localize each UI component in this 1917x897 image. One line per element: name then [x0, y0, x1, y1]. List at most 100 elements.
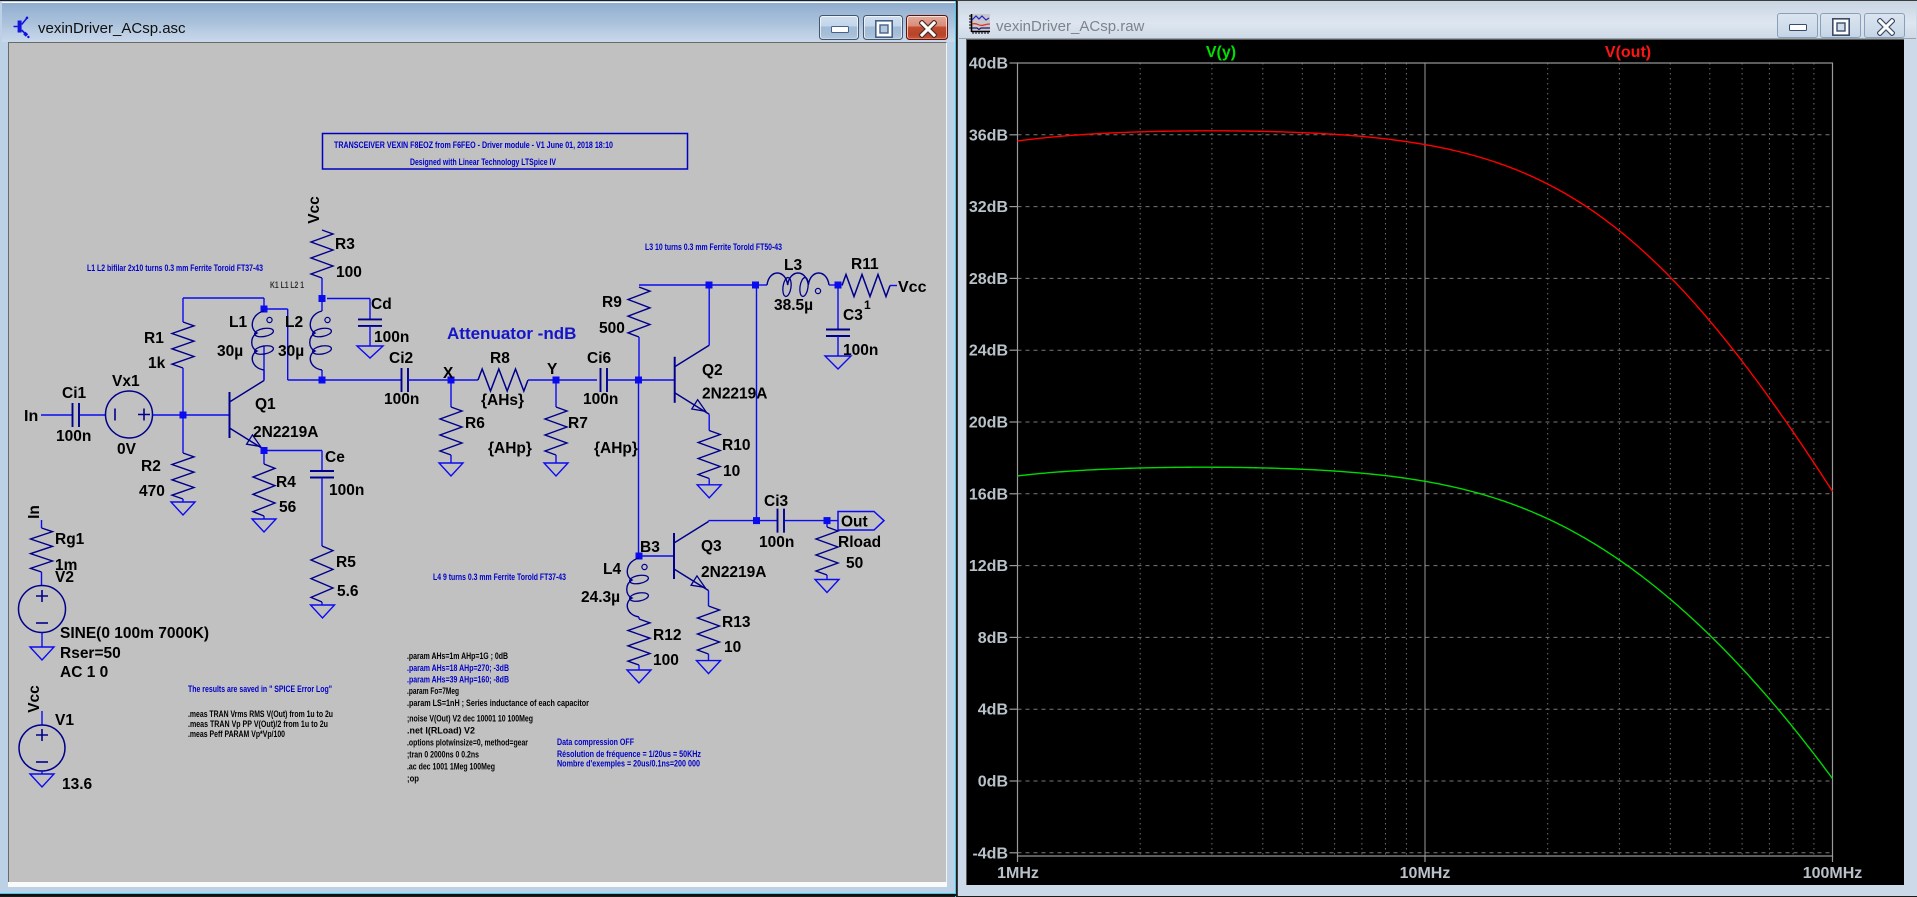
svg-text:0V: 0V	[117, 441, 137, 458]
svg-text:Ci6: Ci6	[587, 350, 612, 367]
svg-text:In: In	[26, 505, 43, 519]
svg-text:Out: Out	[841, 514, 868, 531]
svg-text:;noise V(Out) V2 dec 10001 10: ;noise V(Out) V2 dec 10001 10 100Meg	[407, 714, 533, 724]
svg-text:;tran 0 2000ns 0 0.2ns: ;tran 0 2000ns 0 0.2ns	[407, 750, 479, 760]
svg-text:R4: R4	[276, 474, 296, 491]
svg-text:32dB: 32dB	[969, 199, 1008, 216]
svg-text:.meas Peff PARAM Vp*Vp/100: .meas Peff PARAM Vp*Vp/100	[188, 729, 285, 739]
svg-text:Designed with Linear Technolog: Designed with Linear Technology LTSpice …	[410, 157, 556, 167]
svg-text:L2: L2	[285, 314, 303, 331]
svg-text:Rload: Rload	[838, 534, 881, 551]
svg-text:.param AHs=18 AHp=270; -3dB: .param AHs=18 AHp=270; -3dB	[407, 663, 509, 673]
svg-text:R10: R10	[722, 437, 750, 454]
svg-text:{AHp}: {AHp}	[488, 440, 532, 457]
svg-text:Data compression OFF: Data compression OFF	[557, 737, 634, 747]
svg-text:.param LS=1nH ; Series ind: .param LS=1nH ; Series inductance of eac…	[407, 698, 589, 708]
svg-text:100n: 100n	[759, 534, 794, 551]
svg-text:Attenuator -ndB: Attenuator -ndB	[447, 324, 576, 343]
svg-text:Vcc: Vcc	[26, 685, 43, 713]
svg-text:1k: 1k	[148, 355, 166, 372]
svg-text:5.6: 5.6	[337, 583, 359, 600]
svg-text:L1 L2 bifilar 2x10 turns 0.3 m: L1 L2 bifilar 2x10 turns 0.3 mm Ferrite …	[87, 263, 263, 273]
svg-text:Résolution de fréquence = 1/20: Résolution de fréquence = 1/20us = 50KHz	[557, 749, 701, 759]
svg-text:10: 10	[723, 463, 740, 480]
svg-text:100n: 100n	[56, 428, 91, 445]
svg-text:40dB: 40dB	[969, 56, 1008, 73]
svg-text:R8: R8	[490, 350, 510, 367]
svg-text:1: 1	[864, 298, 871, 312]
svg-text:Q2: Q2	[702, 362, 723, 379]
svg-text:100n: 100n	[843, 342, 878, 359]
svg-text:-4dB: -4dB	[972, 845, 1008, 862]
svg-text:In: In	[24, 408, 38, 425]
svg-text:.ac dec 1001 1Meg 100Meg: .ac dec 1001 1Meg 100Meg	[407, 762, 495, 772]
svg-text:L3: L3	[784, 257, 802, 274]
svg-text:4dB: 4dB	[978, 702, 1008, 719]
svg-text:R12: R12	[653, 627, 681, 644]
svg-text:{AHp}: {AHp}	[594, 440, 638, 457]
svg-text:;op: ;op	[407, 774, 419, 784]
svg-text:0dB: 0dB	[978, 774, 1008, 791]
svg-text:10MHz: 10MHz	[1400, 865, 1451, 882]
svg-text:.param AHs=39 AHp=160; -8dB: .param AHs=39 AHp=160; -8dB	[407, 675, 509, 685]
svg-text:AC 1 0: AC 1 0	[60, 664, 108, 681]
svg-text:Vcc: Vcc	[898, 279, 927, 296]
svg-text:R9: R9	[602, 294, 622, 311]
svg-text:L1: L1	[229, 314, 247, 331]
svg-text:V2: V2	[55, 569, 74, 586]
svg-text:C3: C3	[843, 307, 863, 324]
svg-text:20dB: 20dB	[969, 415, 1008, 432]
svg-text:100n: 100n	[374, 329, 409, 346]
svg-text:R6: R6	[465, 415, 485, 432]
svg-text:R1: R1	[144, 330, 164, 347]
svg-text:R5: R5	[336, 554, 356, 571]
svg-text:8dB: 8dB	[978, 630, 1008, 647]
svg-text:Ci2: Ci2	[389, 350, 413, 367]
svg-text:.param Fo=7Meg: .param Fo=7Meg	[407, 686, 459, 696]
svg-text:100: 100	[336, 264, 362, 281]
svg-text:Rg1: Rg1	[55, 531, 85, 548]
svg-text:L4 9 turns 0.3 mm Ferrite Toro: L4 9 turns 0.3 mm Ferrite Torold FT37-43	[433, 572, 566, 582]
svg-text:24dB: 24dB	[969, 343, 1008, 360]
svg-text:V(out): V(out)	[1605, 44, 1651, 61]
svg-text:100: 100	[653, 652, 679, 669]
svg-text:Vcc: Vcc	[306, 196, 323, 224]
svg-text:R7: R7	[568, 415, 588, 432]
svg-text:Ci1: Ci1	[62, 385, 87, 402]
svg-text:B3: B3	[640, 539, 660, 556]
svg-text:Rser=50: Rser=50	[60, 645, 121, 662]
svg-text:Ce: Ce	[325, 449, 345, 466]
svg-text:500: 500	[599, 320, 625, 337]
svg-text:10: 10	[724, 639, 741, 656]
svg-text:R3: R3	[335, 236, 355, 253]
svg-text:TRANSCEIVER VEXIN F8EOZ from F: TRANSCEIVER VEXIN F8EOZ from F6FEO - Dri…	[334, 140, 613, 150]
svg-text:2N2219A: 2N2219A	[253, 424, 319, 441]
svg-text:16dB: 16dB	[969, 486, 1008, 503]
svg-text:Nombre d'exemples = 20us/0.1ns: Nombre d'exemples = 20us/0.1ns=200 000	[557, 759, 700, 769]
svg-text:L4: L4	[603, 561, 621, 578]
svg-text:2N2219A: 2N2219A	[702, 386, 768, 403]
svg-text:13.6: 13.6	[62, 776, 93, 793]
svg-text:12dB: 12dB	[969, 558, 1008, 575]
svg-text:100MHz: 100MHz	[1803, 865, 1863, 882]
svg-text:.options plotwinsize=0, method: .options plotwinsize=0, method=gear	[407, 738, 528, 748]
svg-text:SINE(0 100m 7000K): SINE(0 100m 7000K)	[60, 625, 209, 642]
svg-text:L3 10 turns 0.3 mm Ferrite Tor: L3 10 turns 0.3 mm Ferrite Torold FT50-4…	[645, 242, 782, 252]
svg-text:R2: R2	[141, 458, 161, 475]
svg-text:Q3: Q3	[701, 538, 722, 555]
svg-text:The results are saved in " SPI: The results are saved in " SPICE Error L…	[188, 684, 332, 694]
svg-text:100n: 100n	[329, 482, 364, 499]
svg-text:.meas TRAN Vrms RMS V(Out) fro: .meas TRAN Vrms RMS V(Out) from 1u to 2u	[188, 709, 333, 719]
svg-text:Vx1: Vx1	[112, 373, 140, 390]
svg-text:Cd: Cd	[371, 296, 392, 313]
svg-text:470: 470	[139, 483, 165, 500]
svg-text:R13: R13	[722, 614, 751, 631]
svg-text:30µ: 30µ	[278, 343, 304, 360]
svg-text:100n: 100n	[583, 391, 618, 408]
svg-text:36dB: 36dB	[969, 127, 1008, 144]
svg-text:Y: Y	[547, 361, 558, 378]
svg-text:R11: R11	[851, 256, 879, 273]
svg-text:56: 56	[279, 499, 297, 516]
svg-text:38.5µ: 38.5µ	[774, 297, 813, 314]
svg-text:2N2219A: 2N2219A	[701, 564, 767, 581]
